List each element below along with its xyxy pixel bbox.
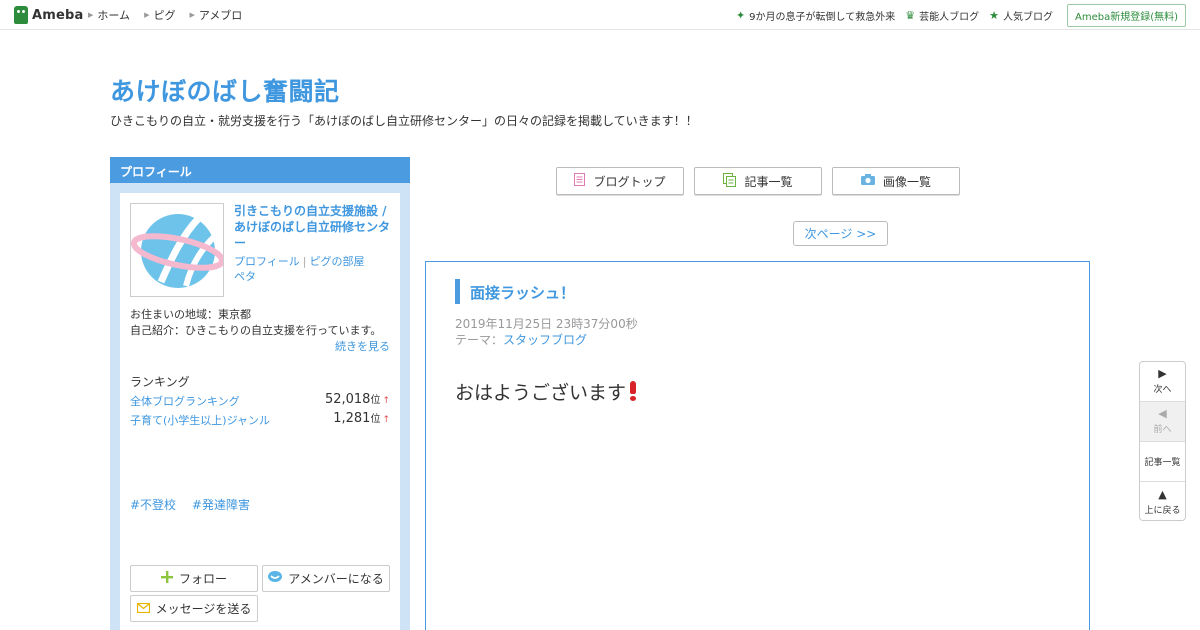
logo-text: Ameba (32, 7, 84, 23)
next-page-button[interactable]: 次ページ >> (793, 221, 888, 246)
amember-icon (268, 571, 283, 586)
floating-nav: ▶ 次へ ◀ 前へ 記事一覧 ▲ 上に戻る (1139, 361, 1186, 521)
top-nav: ▶ ホーム ▶ ピグ ▶ アメブロ (88, 0, 256, 30)
rank-up-icon: ↑ (382, 415, 390, 425)
ranking-number: 52,018 (324, 392, 371, 407)
profile-link[interactable]: プロフィール (234, 255, 300, 268)
image-list-button[interactable]: 画像一覧 (832, 167, 960, 195)
top-bar: Ameba ▶ ホーム ▶ ピグ ▶ アメブロ ✦ 9か月の息子が転倒して救急外来 ♛ 芸… (0, 0, 1200, 30)
article: 面接ラッシュ！ 2019年11月25日 23時37分00秒 テーマ：スタッフブロ… (425, 261, 1090, 630)
sparkle-icon: ✦ (735, 8, 746, 22)
article-body-text: おはようございます (455, 382, 627, 404)
play-left-icon: ◀ (1158, 407, 1167, 420)
theme-link[interactable]: スタッフブログ (503, 333, 587, 347)
blog-top-label: ブログトップ (593, 174, 666, 189)
profile-sidebar: プロフィール 引きこもりの自立支援施設 / あけぼのばし自立研修センター プロフ… (110, 157, 410, 630)
celebrity-blog-link[interactable]: ♛ 芸能人ブログ (905, 8, 979, 23)
avatar-logo-icon (131, 214, 223, 288)
follow-button[interactable]: フォロー (130, 565, 258, 592)
blog-top-button[interactable]: ブログトップ (556, 167, 684, 195)
celebrity-blog-label: 芸能人ブログ (919, 11, 980, 23)
arrow-up-icon: ▲ (1158, 487, 1167, 501)
avatar[interactable] (130, 203, 224, 297)
ranking-title: ランキング (130, 375, 190, 389)
popular-blog-link[interactable]: ★ 人気ブログ (989, 8, 1053, 23)
article-list-button[interactable]: 記事一覧 (694, 167, 822, 195)
ranking-row: 子育て(小学生以上)ジャンル 1,281位 ↑ (130, 410, 390, 428)
topnav-home[interactable]: ▶ ホーム (88, 7, 130, 23)
topnav-pigg-label: ピグ (153, 9, 176, 22)
copy-icon (723, 172, 737, 190)
profile-links: プロフィール | ピグの部屋 ペタ (234, 254, 384, 284)
profile-location: お住まいの地域：東京都 (130, 308, 251, 321)
caret-right-icon: ▶ (88, 11, 94, 19)
ameba-logo[interactable]: Ameba (14, 6, 84, 24)
hashtags: #不登校 #発達障害 (130, 496, 262, 513)
profile-header: プロフィール (110, 157, 410, 183)
profile-info: お住まいの地域：東京都 自己紹介：ひきこもりの自立支援を行っています。 (130, 307, 392, 339)
blog-title[interactable]: あけぼのばし奮闘記 (110, 72, 340, 108)
star-icon: ★ (989, 8, 999, 22)
exclamation-icon (628, 381, 637, 401)
topnav-home-label: ホーム (97, 9, 131, 22)
profile-intro: 自己紹介：ひきこもりの自立支援を行っています。 (130, 324, 382, 337)
link-separator: | (302, 255, 307, 268)
plus-icon (160, 571, 173, 586)
ranking-unit: 位 (370, 414, 381, 425)
blog-description: ひきこもりの自立・就労支援を行う「あけぼのばし自立研修センター」の日々の記録を掲… (110, 114, 698, 128)
article-theme: テーマ：スタッフブログ (455, 331, 587, 348)
profile-box: 引きこもりの自立支援施設 / あけぼのばし自立研修センター プロフィール | ピグの… (120, 193, 400, 630)
trending-link-label: 9か月の息子が転倒して救急外来 (749, 11, 896, 23)
top-right-links: ✦ 9か月の息子が転倒して救急外来 ♛ 芸能人ブログ ★ 人気ブログ Ameba新規登… (726, 0, 1186, 30)
ameba-logo-icon (14, 6, 28, 24)
signup-button[interactable]: Ameba新規登録(無料) (1066, 3, 1186, 27)
trending-link[interactable]: ✦ 9か月の息子が転倒して救急外来 (736, 8, 895, 23)
topnav-ameblo[interactable]: ▶ アメブロ (189, 7, 242, 23)
back-to-top-label: 上に戻る (1144, 505, 1181, 516)
caret-right-icon: ▶ (189, 11, 195, 19)
document-icon (574, 173, 586, 189)
rank-up-icon: ↑ (382, 396, 390, 406)
read-more-link[interactable]: 続きを見る (335, 338, 390, 354)
theme-label: テーマ： (455, 333, 504, 347)
popular-blog-label: 人気ブログ (1002, 11, 1053, 23)
article-body: おはようございます (455, 378, 637, 405)
follow-label: フォロー (178, 572, 227, 586)
article-list-float-label: 記事一覧 (1144, 458, 1181, 468)
message-label: メッセージを送る (155, 602, 252, 616)
profile-name[interactable]: 引きこもりの自立支援施設 / あけぼのばし自立研修センター (234, 203, 394, 251)
prev-label: 前へ (1153, 425, 1172, 435)
article-date: 2019年11月25日 23時37分00秒 (455, 317, 638, 331)
caret-right-icon: ▶ (144, 11, 150, 19)
next-article-button[interactable]: ▶ 次へ (1140, 362, 1185, 402)
article-list-label: 記事一覧 (744, 174, 793, 189)
ranking-row: 全体ブログランキング 52,018位 ↑ (130, 391, 390, 409)
message-button[interactable]: メッセージを送る (130, 595, 258, 622)
ranking-number: 1,281 (333, 411, 371, 426)
peta-link[interactable]: ペタ (234, 270, 256, 283)
ranking-unit: 位 (370, 395, 381, 406)
back-to-top-button[interactable]: ▲ 上に戻る (1140, 482, 1185, 522)
envelope-icon (136, 602, 150, 616)
pigg-room-link[interactable]: ピグの部屋 (310, 255, 365, 268)
next-label: 次へ (1153, 385, 1172, 395)
topnav-ameblo-label: アメブロ (198, 9, 243, 22)
play-right-icon: ▶ (1158, 367, 1167, 380)
title-accent-bar (455, 279, 460, 304)
article-title[interactable]: 面接ラッシュ！ (470, 282, 575, 303)
ranking-label[interactable]: 子育て(小学生以上)ジャンル (130, 412, 270, 428)
ranking-value: 1,281位 ↑ (333, 410, 390, 426)
hashtag[interactable]: #発達障害 (192, 498, 250, 512)
camera-icon (860, 174, 875, 188)
float-article-list-button[interactable]: 記事一覧 (1140, 442, 1185, 482)
crown-icon: ♛ (905, 8, 916, 22)
ranking-label[interactable]: 全体ブログランキング (130, 393, 240, 409)
amember-button[interactable]: アメンバーになる (262, 565, 390, 592)
image-list-label: 画像一覧 (882, 174, 931, 189)
hashtag[interactable]: #不登校 (130, 498, 176, 512)
topnav-pigg[interactable]: ▶ ピグ (144, 7, 175, 23)
amember-label: アメンバーになる (288, 572, 384, 586)
prev-article-button[interactable]: ◀ 前へ (1140, 402, 1185, 442)
ranking-value: 52,018位 ↑ (325, 391, 390, 407)
